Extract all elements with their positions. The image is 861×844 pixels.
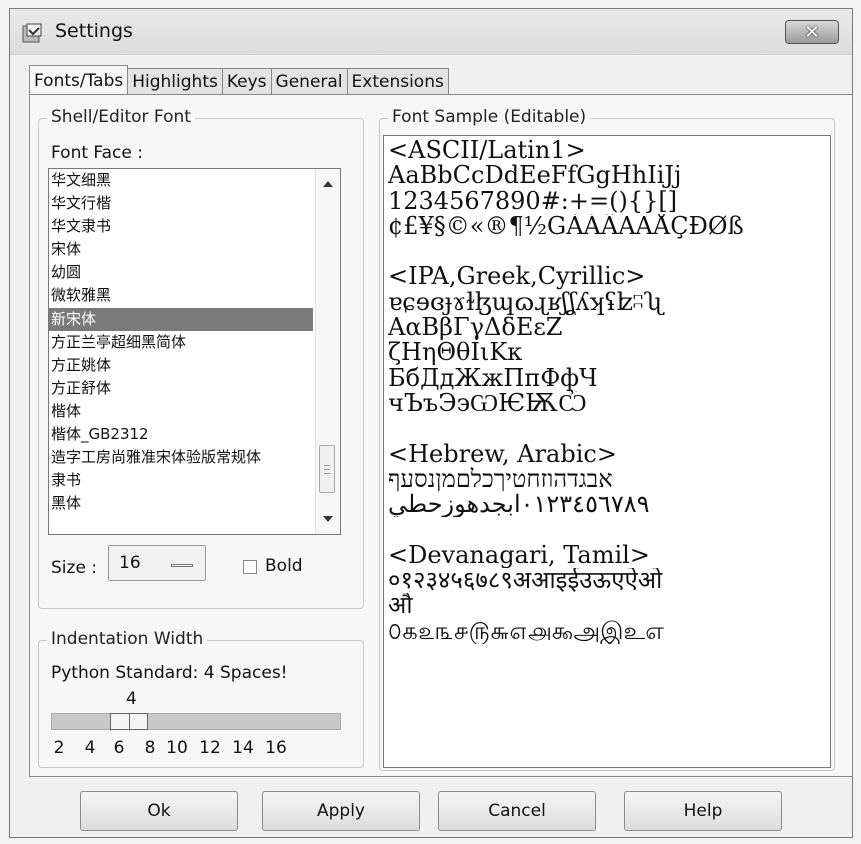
sample-line: ¢£¥§©«®¶½ĞÀÁÂÃÄÅÇÐØß (388, 213, 744, 240)
sample-line (388, 517, 830, 542)
font-list-item[interactable]: 华文行楷 (49, 192, 313, 215)
size-value: 16 (119, 553, 141, 573)
bold-label[interactable]: Bold (265, 556, 303, 576)
tick-label: 8 (144, 738, 156, 758)
font-list-item[interactable]: 隶书 (49, 469, 313, 492)
close-button[interactable]: ✕ (785, 20, 839, 44)
tick-label: 14 (232, 738, 254, 758)
sample-line: ௦௧௨௩௪௫௬௭௮௯அஇஉஎ (388, 618, 664, 644)
tab-keys[interactable]: Keys (221, 68, 272, 95)
sample-line: <Hebrew, Arabic> (388, 441, 617, 467)
tab-general[interactable]: General (270, 68, 348, 95)
sample-line: אבגדהוזחטיךכלםמןנסעף (388, 466, 613, 493)
font-sample-group: Font Sample (Editable) <ASCII/Latin1> AaB… (379, 107, 835, 771)
font-sample-text[interactable]: <ASCII/Latin1> AaBbCcDdEeFfGgHhIiJj 123456… (383, 135, 831, 768)
tick-label: 6 (113, 738, 125, 758)
sample-line: AaBbCcDdEeFfGgHhIiJj (388, 163, 682, 189)
scroll-down-icon[interactable] (323, 516, 333, 522)
shell-editor-font-title: Shell/Editor Font (47, 107, 195, 127)
font-list-item[interactable]: 方正兰亭超细黑简体 (49, 331, 313, 354)
font-list-item[interactable]: 方正舒体 (49, 377, 313, 400)
tab-bar: Fonts/Tabs Highlights Keys General Exten… (29, 65, 449, 95)
sample-line: чЪъЭэѠѤѬѼ (388, 390, 587, 417)
sample-line (388, 239, 830, 264)
tick-label: 10 (166, 738, 188, 758)
font-list-item[interactable]: 黑体 (49, 492, 313, 515)
tick-label: 16 (265, 738, 287, 758)
close-x-icon: ✕ (804, 21, 820, 43)
scrollbar-thumb[interactable] (319, 445, 335, 493)
sample-line: <IPA,Greek,Cyrillic> (388, 264, 646, 290)
bold-checkbox[interactable] (243, 560, 257, 574)
sample-line: ०१२३४५६७८९अआइईउऊएऐओ (388, 568, 663, 594)
font-face-list[interactable]: 华文细黑 华文行楷 华文隶书 宋体 幼圆 微软雅黑 新宋体 方正兰亭超细黑简体 方正姚体 方正舒体… (48, 168, 341, 535)
sample-line: ٠١٢٣٤٥٦٧٨٩ابجدهوزحطي (388, 492, 650, 518)
sample-line: БбДдЖжПпФфЧ (388, 365, 598, 391)
tab-fonts-tabs[interactable]: Fonts/Tabs (29, 65, 129, 95)
title-bar: Settings ✕ (10, 9, 852, 55)
indentation-width-title: Indentation Width (47, 629, 208, 649)
tick-label: 2 (53, 738, 65, 758)
app-icon (22, 23, 42, 43)
font-list-item[interactable]: 微软雅黑 (49, 284, 313, 307)
sample-line: ζΗηΘθΙιΚκ (388, 340, 523, 366)
tick-label: 12 (199, 738, 221, 758)
scroll-up-icon[interactable] (323, 181, 333, 187)
window-title: Settings (55, 20, 133, 42)
font-list-scrollbar[interactable] (315, 169, 340, 534)
font-face-items: 华文细黑 华文行楷 华文隶书 宋体 幼圆 微软雅黑 新宋体 方正兰亭超细黑简体 方正姚体 方正舒体… (49, 169, 313, 515)
tab-highlights[interactable]: Highlights (127, 68, 223, 95)
sample-line: औ (388, 593, 413, 619)
tick-label: 4 (84, 738, 96, 758)
sample-line (388, 416, 830, 441)
font-face-label: Font Face : (51, 143, 143, 163)
sample-line: <Devanagari, Tamil> (388, 542, 650, 569)
font-list-item[interactable]: 方正姚体 (49, 354, 313, 377)
font-list-item[interactable]: 造字工房尚雅准宋体验版常规体 (49, 446, 313, 469)
font-list-item[interactable]: 宋体 (49, 238, 313, 261)
font-list-item[interactable]: 楷体_GB2312 (49, 423, 313, 446)
slider-knob[interactable] (110, 713, 148, 730)
sample-line: 1234567890#:+=(){}[] (388, 188, 678, 214)
sample-line: <ASCII/Latin1> (388, 138, 586, 164)
font-list-item[interactable]: 幼圆 (49, 261, 313, 284)
tab-extensions[interactable]: Extensions (346, 68, 449, 95)
size-label: Size : (51, 558, 98, 578)
indentation-description: Python Standard: 4 Spaces! (51, 663, 288, 683)
cancel-button[interactable]: Cancel (438, 791, 596, 831)
font-list-item[interactable]: 新宋体 (49, 307, 313, 331)
indentation-slider-value: 4 (126, 689, 137, 709)
font-sample-title: Font Sample (Editable) (388, 107, 591, 127)
help-button[interactable]: Help (624, 791, 782, 831)
fonts-tabs-panel: Shell/Editor Font Font Face : 华文细黑 华文行楷 华文… (29, 94, 853, 777)
font-list-item[interactable]: 楷体 (49, 400, 313, 423)
sample-line: ɐɕɘɞɟɤɫɮɰɷɻʁʃʆʎʞʢʫʭʯ (388, 289, 662, 316)
ok-button[interactable]: Ok (80, 791, 238, 831)
option-menu-indicator-icon (171, 564, 193, 567)
font-list-item[interactable]: 华文隶书 (49, 215, 313, 238)
size-menu-button[interactable]: 16 (108, 545, 206, 581)
apply-button[interactable]: Apply (262, 791, 420, 831)
indentation-slider[interactable] (51, 713, 341, 730)
settings-window: Settings ✕ Fonts/Tabs Highlights Keys Ge… (9, 8, 853, 838)
font-list-item[interactable]: 华文细黑 (49, 169, 313, 192)
sample-line: ΑαΒβΓγΔδΕεΖ (388, 315, 563, 341)
